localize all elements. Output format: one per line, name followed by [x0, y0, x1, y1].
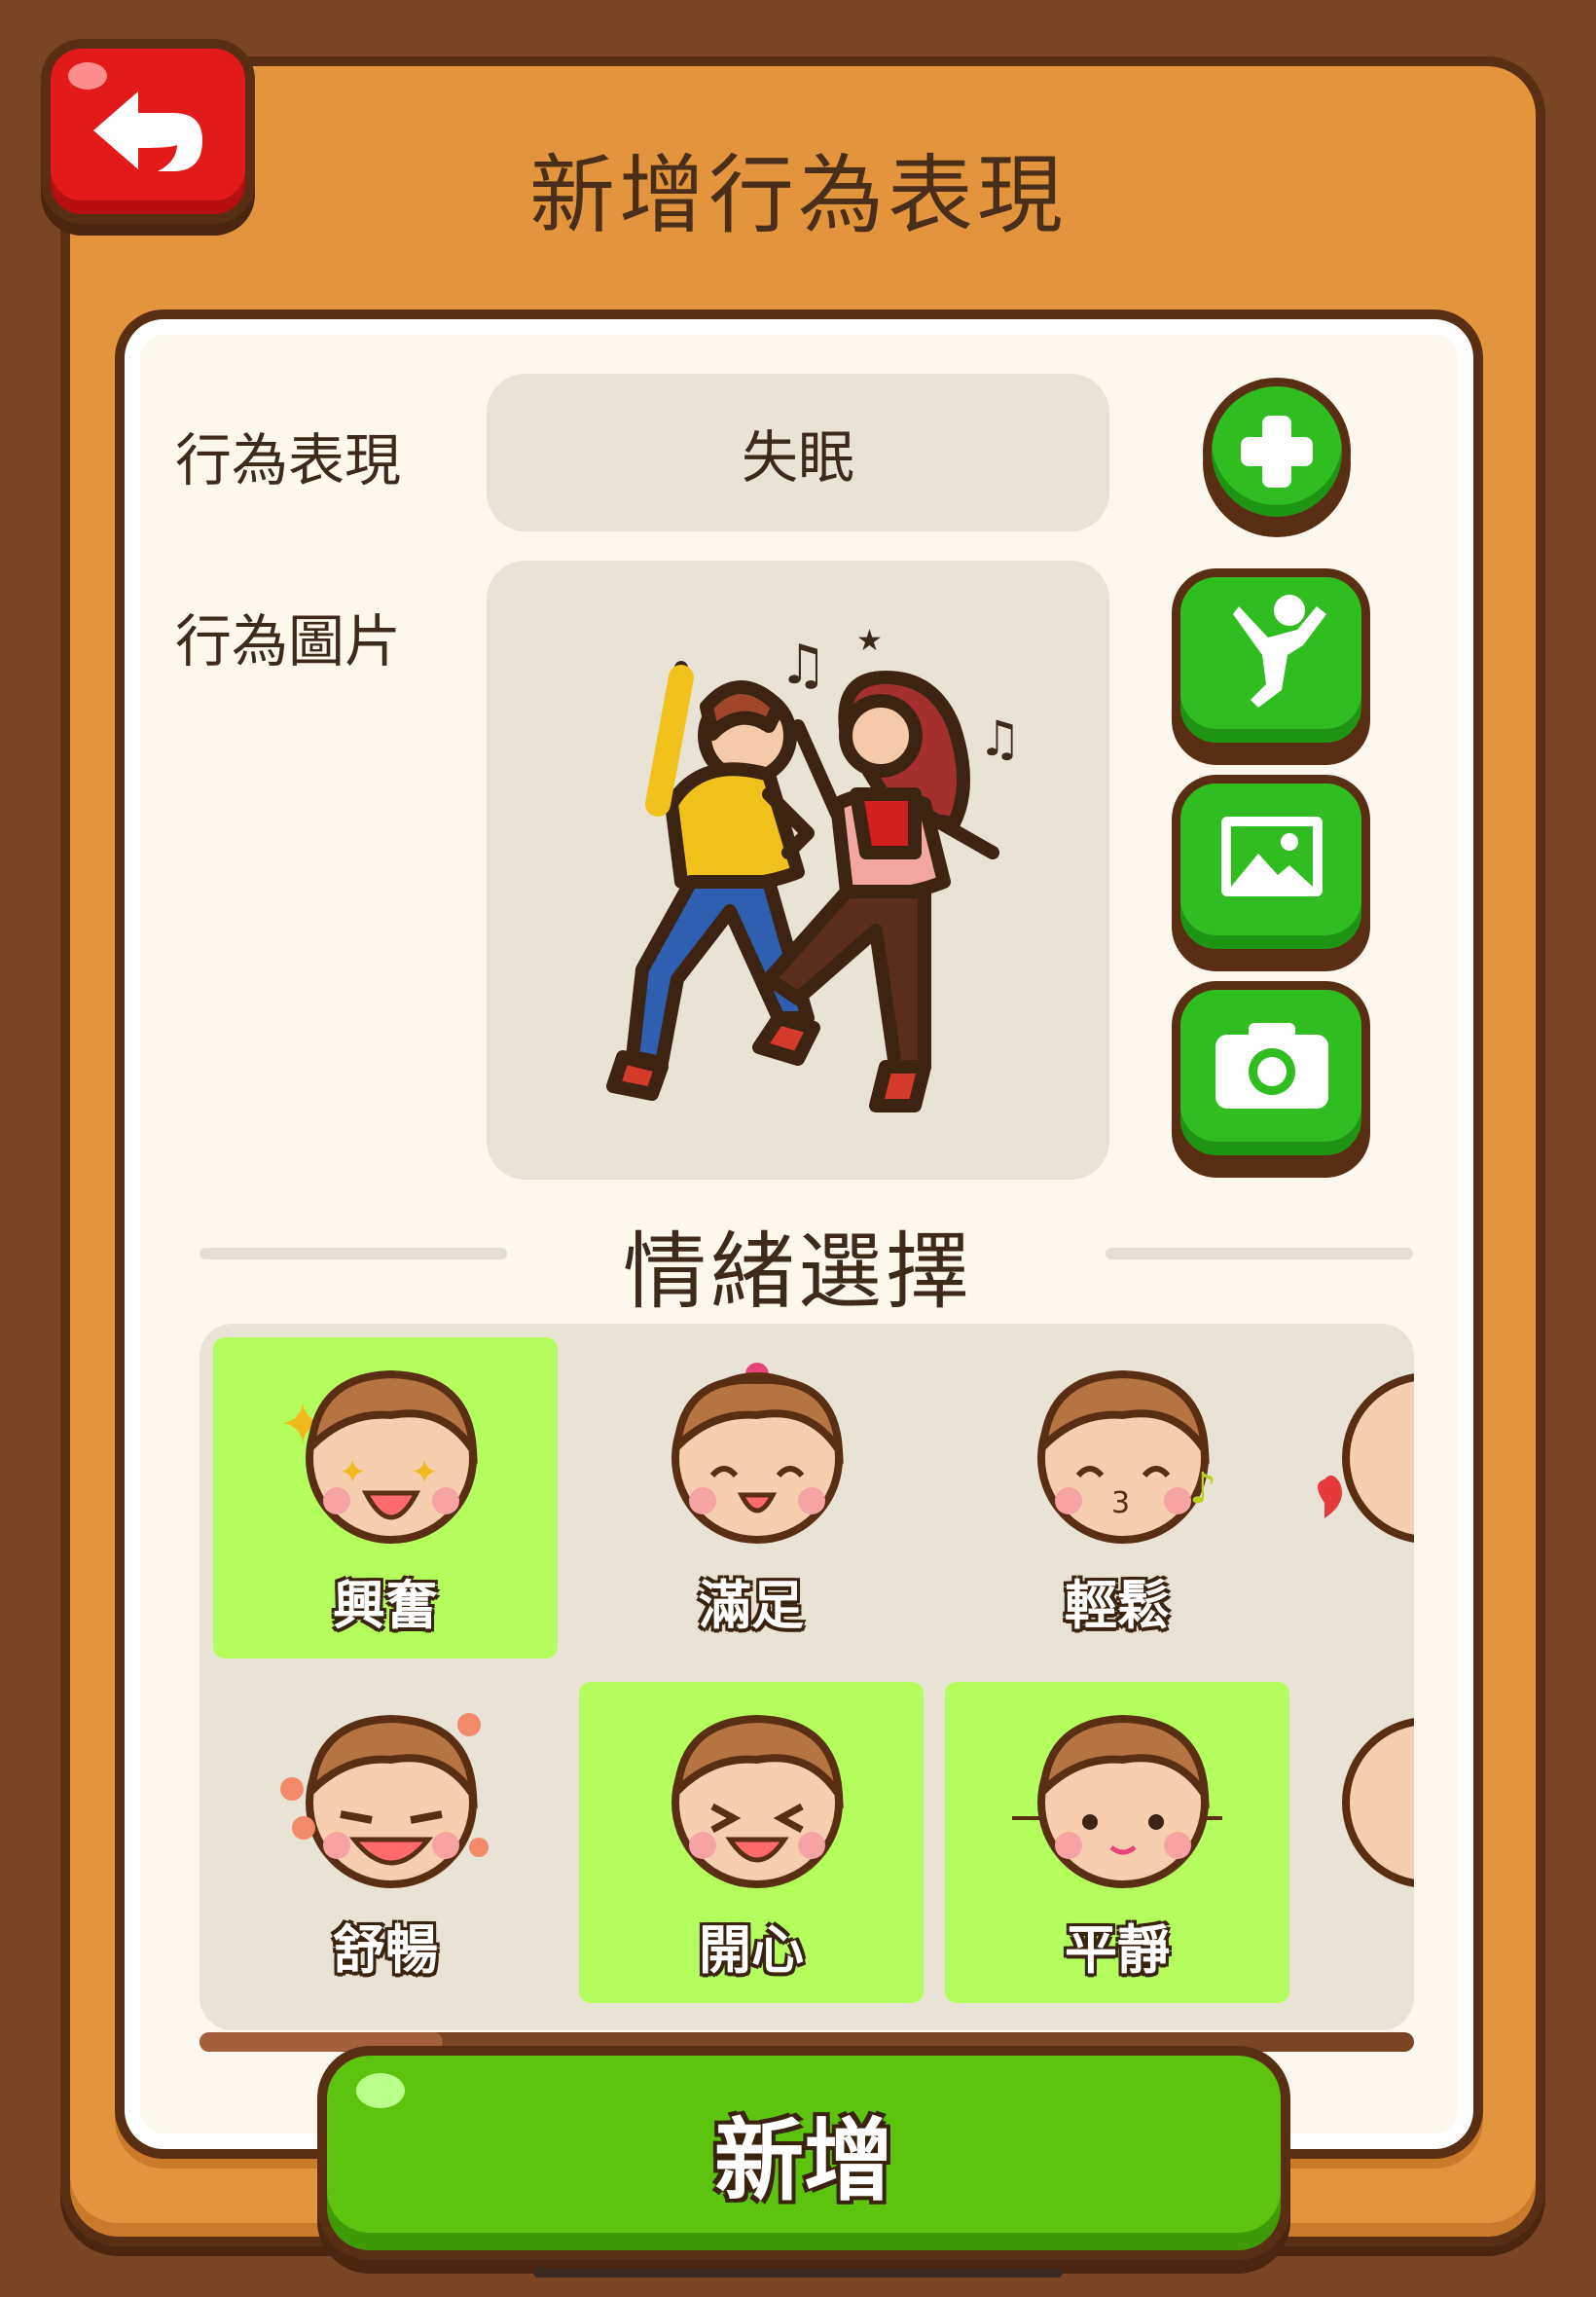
content-face-icon: [671, 1363, 844, 1544]
emotion-label: 興奮: [333, 1575, 438, 1636]
gallery-button[interactable]: [1172, 775, 1370, 958]
page-title: 新增行為表現: [528, 145, 1067, 245]
calm-face-icon: [1012, 1714, 1222, 1888]
emotion-partial[interactable]: [1311, 1682, 1414, 2003]
button-gloss: [356, 2073, 405, 2108]
emotion-calm[interactable]: 平靜: [945, 1682, 1289, 2003]
svg-text:✦: ✦: [411, 1453, 439, 1492]
svg-text:3: 3: [1111, 1486, 1130, 1520]
submit-label: 新增: [713, 2108, 893, 2213]
excited-face-icon: ✦ ✦ ✦: [278, 1369, 478, 1544]
behavior-input[interactable]: 失眠: [487, 374, 1109, 531]
svg-text:✦: ✦: [339, 1453, 367, 1492]
svg-text:♫: ♫: [779, 634, 827, 697]
behavior-image[interactable]: ♫ ♫ ★: [487, 561, 1109, 1180]
comfortable-face-icon: [280, 1713, 489, 1888]
partial-face-icon: [1318, 1373, 1414, 1543]
partial-face-icon: [1342, 1718, 1414, 1887]
home-indicator[interactable]: [533, 2268, 1063, 2278]
emotion-happy[interactable]: 開心: [579, 1682, 924, 2003]
emotion-label: 開心: [699, 1919, 804, 1981]
emotion-label: 平靜: [1065, 1919, 1170, 1981]
image-label: 行為圖片: [175, 608, 402, 675]
emotion-label: 輕鬆: [1065, 1575, 1170, 1636]
svg-text:♫: ♫: [978, 711, 1022, 767]
happy-face-icon: [671, 1714, 844, 1888]
person-pose-icon: [1233, 595, 1326, 708]
gallery-icon: [1221, 817, 1323, 896]
emotion-section-title: 情緒選擇: [623, 1223, 973, 1321]
add-behavior-button[interactable]: [1203, 378, 1351, 526]
svg-text:★: ★: [856, 624, 883, 658]
dancing-couple-illustration: ♫ ♫ ★: [606, 624, 1022, 1112]
svg-text:♪: ♪: [1189, 1464, 1216, 1513]
submit-button[interactable]: 新增: [317, 2046, 1290, 2260]
pose-library-button[interactable]: [1172, 568, 1370, 751]
behavior-label: 行為表現: [175, 427, 402, 493]
emotion-partial[interactable]: [1311, 1337, 1414, 1659]
add-icon: [1241, 416, 1313, 488]
camera-icon: [1215, 1023, 1328, 1109]
divider-right: [1106, 1248, 1413, 1259]
emotion-grid[interactable]: ✦ ✦ ✦ 興奮 滿足 3 ♪ 輕鬆 舒暢 開心 平靜: [200, 1324, 1414, 2030]
emotion-label: 舒暢: [333, 1919, 438, 1981]
relaxed-face-icon: 3 ♪: [1037, 1369, 1216, 1544]
emotion-relaxed[interactable]: 3 ♪ 輕鬆: [945, 1337, 1289, 1659]
camera-button[interactable]: [1172, 981, 1370, 1164]
emotion-label: 滿足: [699, 1575, 804, 1636]
emotion-excited[interactable]: ✦ ✦ ✦ 興奮: [213, 1337, 558, 1659]
emotion-content[interactable]: 滿足: [579, 1337, 924, 1659]
emotion-comfortable[interactable]: 舒暢: [213, 1682, 558, 2003]
